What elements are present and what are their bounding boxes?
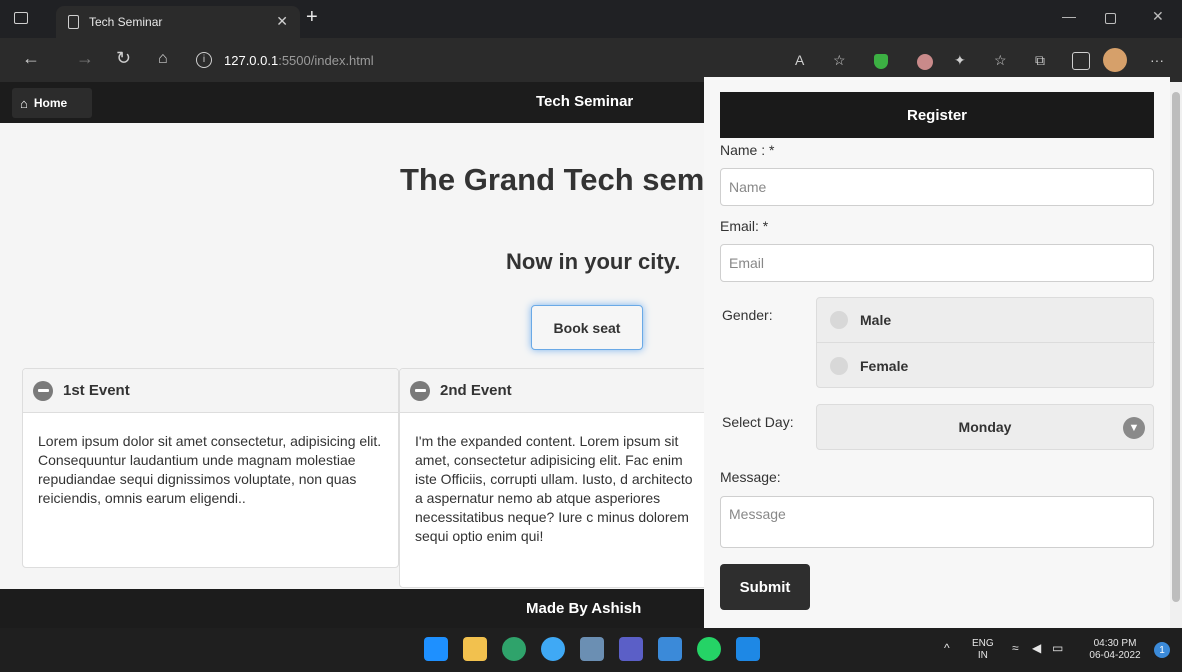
tray-chevron-icon[interactable]: ^ <box>944 642 950 654</box>
address-bar[interactable]: i 127.0.0.1:5500/index.html <box>196 44 966 76</box>
event-card-1: 1st Event Lorem ipsum dolor sit amet con… <box>22 368 399 568</box>
tab-actions-icon[interactable] <box>14 12 28 24</box>
file-explorer-icon[interactable] <box>463 637 487 661</box>
profile-avatar[interactable] <box>1103 48 1127 72</box>
day-value: Monday <box>958 419 1012 435</box>
close-window-icon[interactable]: ✕ <box>1152 8 1164 25</box>
collapse-icon[interactable] <box>410 380 430 401</box>
message-label: Message: <box>720 469 781 485</box>
home-label: Home <box>33 96 68 110</box>
back-icon[interactable]: ← <box>22 48 40 69</box>
scrollbar-thumb[interactable] <box>1172 92 1180 602</box>
site-info-icon[interactable]: i <box>196 52 212 68</box>
app-icon[interactable] <box>541 637 565 661</box>
page-icon <box>68 15 79 29</box>
address-path: :5500/index.html <box>278 52 374 68</box>
hero-title: The Grand Tech sem <box>400 162 705 197</box>
collapse-icon[interactable] <box>33 380 53 401</box>
day-select[interactable]: Monday ▼ <box>816 404 1154 450</box>
gender-option-male[interactable]: Male <box>817 298 1155 343</box>
region-code: IN <box>977 650 988 661</box>
app-icon[interactable] <box>580 637 604 661</box>
new-tab-icon[interactable]: + <box>306 6 318 29</box>
vscode-icon[interactable] <box>736 637 760 661</box>
site-title: Tech Seminar <box>536 93 634 110</box>
extensions-icon[interactable]: ✦ <box>954 52 966 69</box>
more-menu-icon[interactable]: ··· <box>1150 52 1164 68</box>
day-label: Select Day: <box>722 414 794 430</box>
footer-text: Made By Ashish <box>526 600 642 617</box>
wifi-icon[interactable]: ≈ <box>1012 642 1019 654</box>
gender-label: Gender: <box>722 307 773 323</box>
radio-icon[interactable] <box>830 356 848 375</box>
gender-option-label: Male <box>860 312 892 328</box>
message-textarea[interactable]: Message <box>720 496 1154 548</box>
minimize-icon[interactable]: — <box>1062 8 1076 24</box>
clock-time: 04:30 PM <box>1093 638 1137 649</box>
email-input[interactable]: Email <box>720 244 1154 282</box>
event-card-header[interactable]: 1st Event <box>23 369 398 413</box>
browser-tab-bar: Tech Seminar ✕ + — ✕ <box>0 0 1182 38</box>
notification-badge[interactable]: 1 <box>1154 642 1170 658</box>
home-icon[interactable]: ⌂ <box>158 50 168 68</box>
book-seat-button[interactable]: Book seat <box>531 305 643 350</box>
event-title: 2nd Event <box>440 382 512 399</box>
windows-taskbar: ^ ENG IN ≈ ◀ ▭ 04:30 PM 06-04-2022 1 <box>0 628 1182 672</box>
edge-icon[interactable] <box>502 637 526 661</box>
read-aloud-icon[interactable]: A <box>795 52 804 68</box>
tab-title: Tech Seminar <box>89 15 163 29</box>
mail-icon[interactable] <box>658 637 682 661</box>
event-title: 1st Event <box>63 382 130 399</box>
workspaces-icon[interactable] <box>1072 52 1090 70</box>
forward-icon[interactable]: → <box>76 48 94 69</box>
email-label: Email: * <box>720 218 769 234</box>
name-input[interactable]: Name <box>720 168 1154 206</box>
gender-radio-group: Male Female <box>816 297 1155 388</box>
browser-tab[interactable]: Tech Seminar ✕ <box>56 6 300 38</box>
favorite-icon[interactable]: ☆ <box>833 52 846 69</box>
shield-extension-icon[interactable] <box>874 54 888 69</box>
extension-icon[interactable] <box>917 54 933 70</box>
register-title: Register <box>720 92 1154 138</box>
whatsapp-icon[interactable] <box>697 637 721 661</box>
favorites-bar-icon[interactable]: ☆ <box>994 52 1007 69</box>
house-icon: ⌂ <box>20 95 28 111</box>
name-label: Name : * <box>720 142 775 158</box>
gender-option-female[interactable]: Female <box>817 343 1155 388</box>
teams-icon[interactable] <box>619 637 643 661</box>
clock[interactable]: 04:30 PM 06-04-2022 <box>1080 638 1150 662</box>
clock-date: 06-04-2022 <box>1089 650 1141 661</box>
close-tab-icon[interactable]: ✕ <box>276 13 288 30</box>
language-indicator[interactable]: ENG IN <box>972 638 994 662</box>
address-host: 127.0.0.1 <box>224 52 279 68</box>
maximize-icon[interactable] <box>1105 13 1116 24</box>
start-icon[interactable] <box>424 637 448 661</box>
gender-option-label: Female <box>860 357 909 374</box>
event-body: Lorem ipsum dolor sit amet consectetur, … <box>38 433 382 506</box>
language-code: ENG <box>972 638 994 649</box>
chevron-down-icon[interactable]: ▼ <box>1123 417 1145 439</box>
refresh-icon[interactable]: ↻ <box>116 48 131 69</box>
submit-button[interactable]: Submit <box>720 564 810 610</box>
volume-icon[interactable]: ◀ <box>1032 642 1041 654</box>
register-panel: Register Name : * Name Email: * Email Ge… <box>704 77 1170 628</box>
hero-subtitle: Now in your city. <box>506 249 681 274</box>
battery-icon[interactable]: ▭ <box>1052 642 1063 654</box>
home-button[interactable]: ⌂ Home <box>12 88 92 118</box>
collections-icon[interactable]: ⧉ <box>1035 52 1045 69</box>
radio-icon[interactable] <box>830 311 848 329</box>
